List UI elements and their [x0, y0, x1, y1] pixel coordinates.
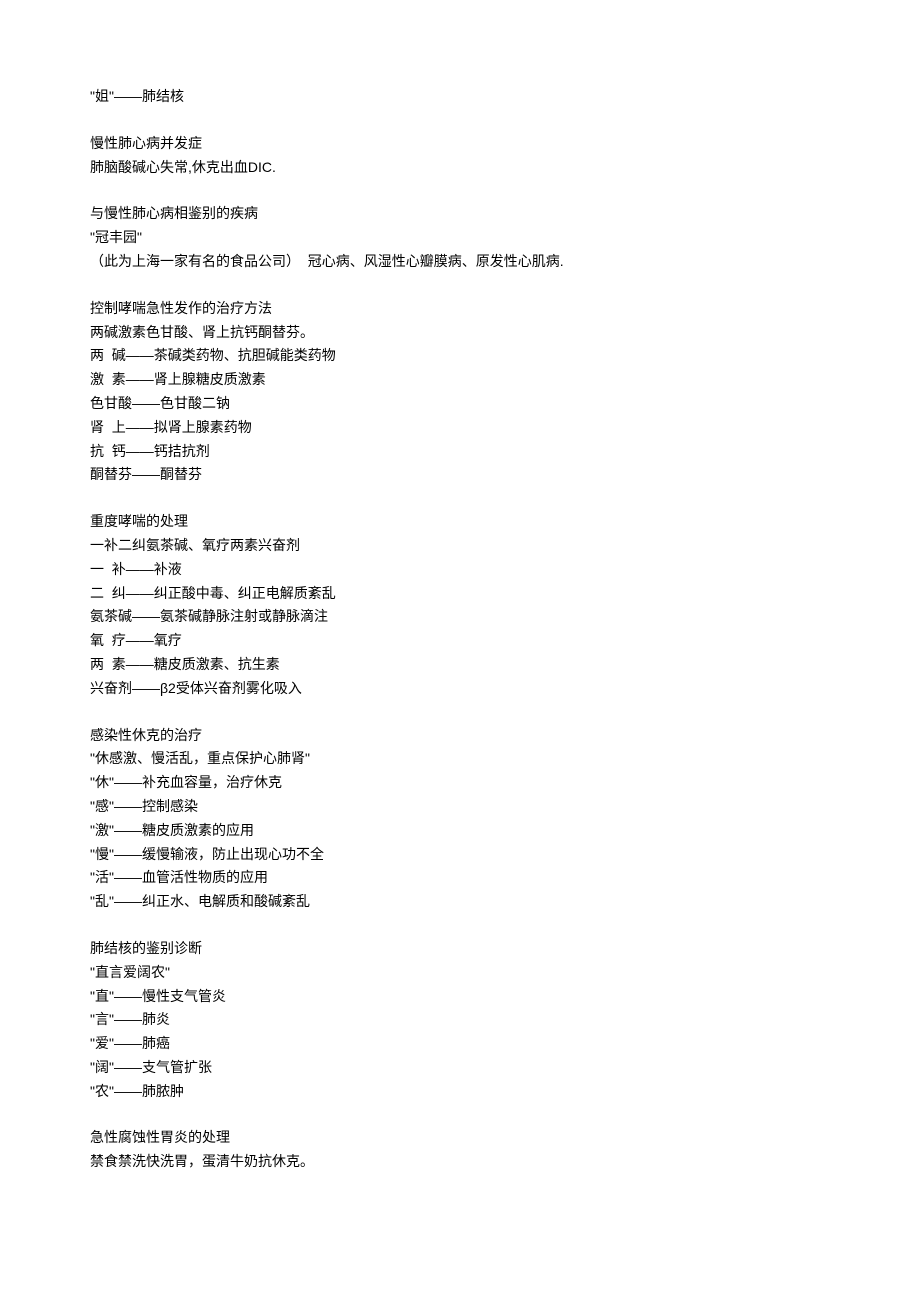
document-content: "姐"——肺结核慢性肺心病并发症肺脑酸碱心失常,休克出血DIC.与慢性肺心病相鉴… [90, 85, 830, 1174]
text-line: 禁食禁洗快洗胃，蛋清牛奶抗休克。 [90, 1150, 830, 1174]
section-3: 控制哮喘急性发作的治疗方法两碱激素色甘酸、肾上抗钙酮替芬。两 碱——茶碱类药物、… [90, 297, 830, 487]
text-line: 二 纠——纠正酸中毒、纠正电解质紊乱 [90, 582, 830, 606]
text-line: 两碱激素色甘酸、肾上抗钙酮替芬。 [90, 321, 830, 345]
text-line: 与慢性肺心病相鉴别的疾病 [90, 202, 830, 226]
text-line: "休感激、慢活乱，重点保护心肺肾" [90, 747, 830, 771]
text-line: 两 碱——茶碱类药物、抗胆碱能类药物 [90, 344, 830, 368]
section-2: 与慢性肺心病相鉴别的疾病"冠丰园"（此为上海一家有名的食品公司） 冠心病、风湿性… [90, 202, 830, 273]
section-5: 感染性休克的治疗"休感激、慢活乱，重点保护心肺肾""休"——补充血容量，治疗休克… [90, 724, 830, 914]
text-line: 肺结核的鉴别诊断 [90, 937, 830, 961]
text-line: "农"——肺脓肿 [90, 1080, 830, 1104]
text-line: "慢"——缓慢输液，防止出现心功不全 [90, 843, 830, 867]
text-line: "爱"——肺癌 [90, 1032, 830, 1056]
text-line: 色甘酸——色甘酸二钠 [90, 392, 830, 416]
text-line: 兴奋剂——β2受体兴奋剂雾化吸入 [90, 677, 830, 701]
text-line: "休"——补充血容量，治疗休克 [90, 771, 830, 795]
text-line: 氧 疗——氧疗 [90, 629, 830, 653]
text-line: "感"——控制感染 [90, 795, 830, 819]
text-line: （此为上海一家有名的食品公司） 冠心病、风湿性心瓣膜病、原发性心肌病. [90, 250, 830, 274]
text-line: "直言爱阔农" [90, 961, 830, 985]
text-line: 肾 上——拟肾上腺素药物 [90, 416, 830, 440]
text-line: 感染性休克的治疗 [90, 724, 830, 748]
text-line: "姐"——肺结核 [90, 85, 830, 109]
text-line: 重度哮喘的处理 [90, 510, 830, 534]
text-line: 肺脑酸碱心失常,休克出血DIC. [90, 156, 830, 180]
text-line: "活"——血管活性物质的应用 [90, 866, 830, 890]
text-line: 控制哮喘急性发作的治疗方法 [90, 297, 830, 321]
text-line: "冠丰园" [90, 226, 830, 250]
text-line: "阔"——支气管扩张 [90, 1056, 830, 1080]
text-line: 激 素——肾上腺糖皮质激素 [90, 368, 830, 392]
section-6: 肺结核的鉴别诊断"直言爱阔农""直"——慢性支气管炎"言"——肺炎"爱"——肺癌… [90, 937, 830, 1104]
text-line: 一补二纠氨茶碱、氧疗两素兴奋剂 [90, 534, 830, 558]
text-line: "激"——糖皮质激素的应用 [90, 819, 830, 843]
text-line: "乱"——纠正水、电解质和酸碱紊乱 [90, 890, 830, 914]
text-line: 两 素——糖皮质激素、抗生素 [90, 653, 830, 677]
text-line: 氨茶碱——氨茶碱静脉注射或静脉滴注 [90, 605, 830, 629]
text-line: 慢性肺心病并发症 [90, 132, 830, 156]
text-line: 一 补——补液 [90, 558, 830, 582]
text-line: 酮替芬——酮替芬 [90, 463, 830, 487]
text-line: 抗 钙——钙拮抗剂 [90, 440, 830, 464]
section-0: "姐"——肺结核 [90, 85, 830, 109]
text-line: "直"——慢性支气管炎 [90, 985, 830, 1009]
text-line: 急性腐蚀性胃炎的处理 [90, 1126, 830, 1150]
section-1: 慢性肺心病并发症肺脑酸碱心失常,休克出血DIC. [90, 132, 830, 180]
section-4: 重度哮喘的处理一补二纠氨茶碱、氧疗两素兴奋剂一 补——补液二 纠——纠正酸中毒、… [90, 510, 830, 700]
text-line: "言"——肺炎 [90, 1008, 830, 1032]
section-7: 急性腐蚀性胃炎的处理禁食禁洗快洗胃，蛋清牛奶抗休克。 [90, 1126, 830, 1174]
